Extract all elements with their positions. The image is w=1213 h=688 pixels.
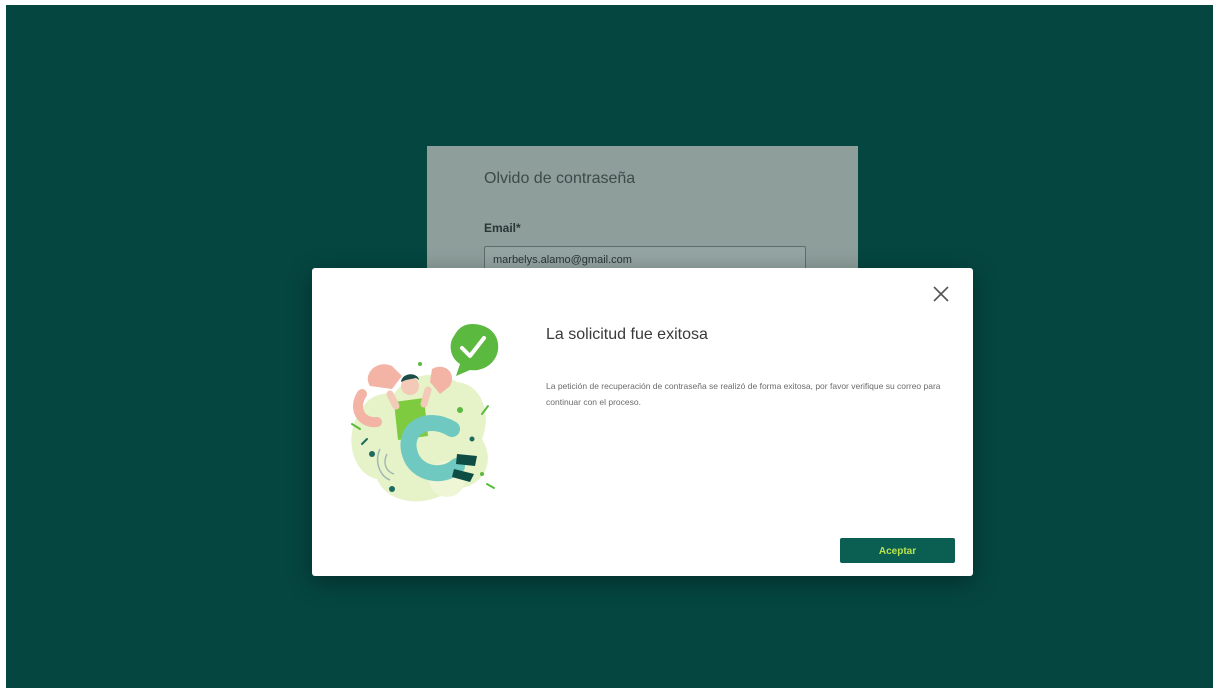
- close-icon: [933, 286, 949, 302]
- email-label: Email*: [484, 221, 521, 235]
- forgot-password-title: Olvido de contraseña: [484, 170, 636, 187]
- modal-title: La solicitud fue exitosa: [546, 326, 708, 343]
- celebrating-person-illustration: [351, 324, 499, 502]
- app-screen: Olvido de contraseña Email* marbelys.ala…: [6, 5, 1213, 688]
- accept-button[interactable]: Aceptar: [840, 538, 955, 563]
- modal-message: La petición de recuperación de contraseñ…: [546, 381, 941, 407]
- success-modal: La solicitud fue exitosa La petición de …: [312, 268, 973, 576]
- success-check-icon: [450, 324, 499, 376]
- close-button[interactable]: [931, 284, 951, 304]
